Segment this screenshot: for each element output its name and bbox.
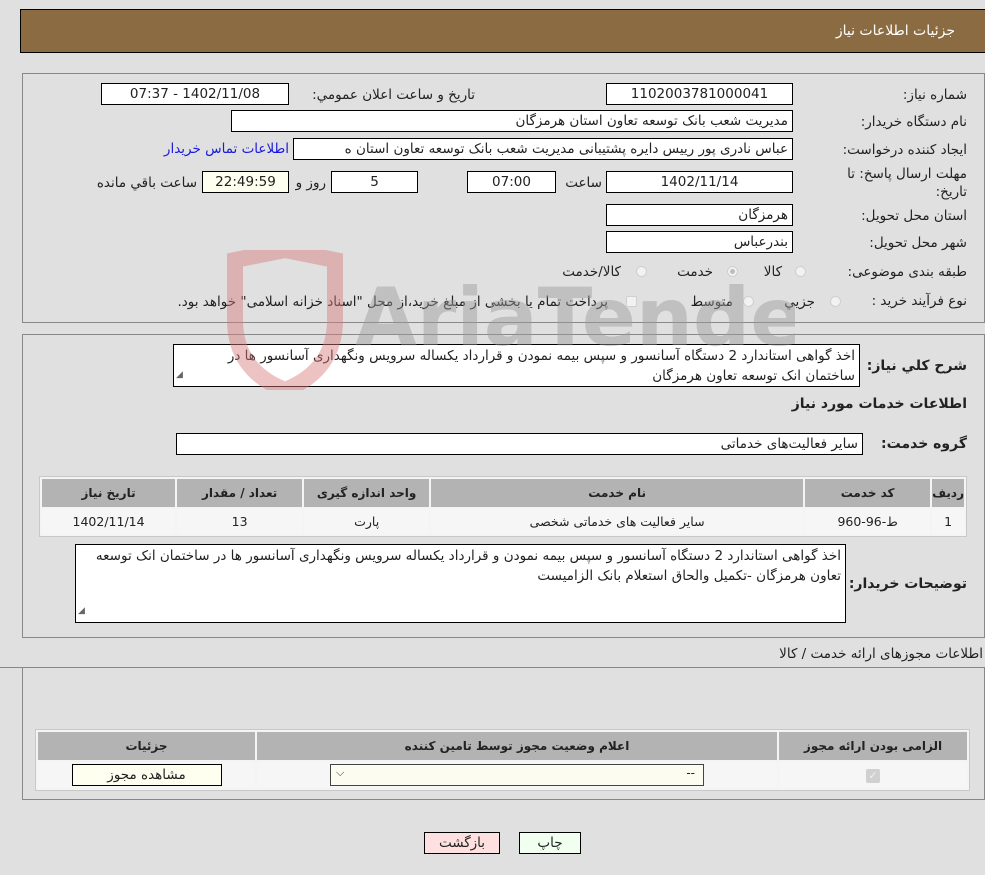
category-label: طبقه بندی موضوعی: — [847, 264, 967, 280]
services-table: رديف کد خدمت نام خدمت واحد اندازه گيری ت… — [39, 476, 967, 537]
treasury-checkbox[interactable] — [626, 296, 637, 307]
col-service-code: کد خدمت — [805, 479, 931, 507]
col-quantity: تعداد / مقدار — [177, 479, 303, 507]
cell-service-code: ط-96-960 — [805, 509, 931, 534]
col-permit-details: جزئیات — [38, 732, 255, 760]
print-button[interactable]: چاپ — [519, 832, 581, 854]
cell-service-name: سایر فعالیت های خدماتی شخصی — [431, 509, 804, 534]
need-number-label: شماره نیاز: — [902, 87, 967, 103]
services-section-title: اطلاعات خدمات مورد نياز — [791, 396, 967, 412]
delivery-province-label: استان محل تحويل: — [861, 208, 967, 224]
process-radio-minor[interactable] — [830, 296, 841, 307]
col-permit-required: الزامی بودن ارائه مجوز — [779, 732, 967, 760]
deadline-time-label: ساعت — [565, 175, 602, 191]
cell-unit: پارت — [304, 509, 430, 534]
category-option-goods: کالا — [763, 264, 782, 280]
process-radio-medium[interactable] — [743, 296, 754, 307]
page-header: جزئیات اطلاعات نیاز — [20, 9, 985, 53]
deadline-date-field: 1402/11/14 — [606, 171, 793, 193]
delivery-province-field: هرمزگان — [606, 204, 793, 226]
resize-grip-icon[interactable]: ◢ — [78, 601, 85, 621]
view-permit-button[interactable]: مشاهده مجوز — [71, 764, 222, 786]
buyer-notes-textarea[interactable]: اخذ گواهی استاندارد 2 دستگاه آسانسور و س… — [75, 544, 846, 623]
requester-label: ايجاد کننده درخواست: — [842, 142, 967, 158]
need-number-field: 1102003781000041 — [606, 83, 793, 105]
permits-table: الزامی بودن ارائه مجوز اعلام وضعیت مجوز … — [35, 729, 970, 791]
process-option-medium: متوسط — [690, 294, 733, 310]
table-row: 1 ط-96-960 سایر فعالیت های خدماتی شخصی پ… — [42, 509, 964, 534]
treasury-note: پرداخت تمام يا بخشی از مبلغ خريد،از محل … — [177, 294, 608, 310]
requester-field: عباس نادری پور رییس دایره پشتیبانی مدیری… — [293, 138, 793, 160]
time-remaining-field: 22:49:59 — [202, 171, 289, 193]
cell-quantity: 13 — [177, 509, 303, 534]
deadline-label: مهلت ارسال پاسخ: تا تاريخ: — [847, 166, 967, 200]
days-label: روز و — [295, 175, 326, 191]
permit-status-select[interactable]: -- ⌵ — [330, 764, 704, 786]
announce-datetime-field: 1402/11/08 - 07:37 — [101, 83, 289, 105]
announce-datetime-label: تاریخ و ساعت اعلان عمومي: — [312, 87, 475, 103]
description-text: اخذ گواهی استاندارد 2 دستگاه آسانسور و س… — [227, 348, 855, 384]
description-label: شرح کلي نياز: — [866, 358, 967, 374]
services-table-header: رديف کد خدمت نام خدمت واحد اندازه گيری ت… — [42, 479, 964, 507]
category-option-goods-service: کالا/خدمت — [562, 264, 621, 280]
deadline-time-field: 07:00 — [467, 171, 556, 193]
service-group-field: سایر فعالیت‌های خدماتی — [176, 433, 863, 455]
category-radio-goods[interactable] — [795, 266, 806, 277]
category-option-service: خدمت — [677, 264, 713, 280]
page-title: جزئیات اطلاعات نیاز — [835, 23, 955, 39]
col-unit: واحد اندازه گيری — [304, 479, 430, 507]
col-service-name: نام خدمت — [431, 479, 804, 507]
col-need-date: تاريخ نياز — [42, 479, 176, 507]
buyer-contact-link[interactable]: اطلاعات تماس خريدار — [164, 141, 289, 157]
service-group-label: گروه خدمت: — [881, 436, 967, 452]
chevron-down-icon: ⌵ — [336, 766, 345, 779]
purchase-process-label: نوع فرآیند خرید : — [871, 293, 967, 309]
process-option-minor: جزيي — [784, 294, 815, 310]
buyer-org-field: مدیریت شعب بانک توسعه تعاون استان هرمزگا… — [231, 110, 793, 132]
resize-grip-icon[interactable]: ◢ — [176, 365, 183, 385]
buyer-notes-text: اخذ گواهی استاندارد 2 دستگاه آسانسور و س… — [95, 548, 841, 584]
time-remaining-label: ساعت باقي مانده — [96, 175, 197, 191]
col-row-number: رديف — [932, 479, 964, 507]
back-button[interactable]: بازگشت — [424, 832, 500, 854]
category-radio-goods-service[interactable] — [636, 266, 647, 277]
days-remaining-field: 5 — [331, 171, 418, 193]
category-radio-service[interactable] — [727, 266, 738, 277]
delivery-city-label: شهر محل تحويل: — [869, 235, 967, 251]
table-row: ✓ -- ⌵ مشاهده مجوز — [38, 762, 967, 788]
buyer-org-label: نام دستگاه خريدار: — [860, 114, 967, 130]
buyer-notes-label: توضيحات خريدار: — [848, 576, 967, 592]
permits-section-title: اطلاعات مجوزهای ارائه خدمت / کالا — [779, 646, 983, 662]
permit-required-checkbox[interactable]: ✓ — [866, 768, 880, 783]
permit-status-selected: -- — [686, 766, 695, 780]
permits-table-header: الزامی بودن ارائه مجوز اعلام وضعیت مجوز … — [38, 732, 967, 760]
description-textarea[interactable]: اخذ گواهی استاندارد 2 دستگاه آسانسور و س… — [173, 344, 860, 387]
delivery-city-field: بندرعباس — [606, 231, 793, 253]
col-permit-status: اعلام وضعیت مجوز توسط تامین کننده — [257, 732, 777, 760]
cell-row-number: 1 — [932, 509, 964, 534]
cell-need-date: 1402/11/14 — [42, 509, 176, 534]
